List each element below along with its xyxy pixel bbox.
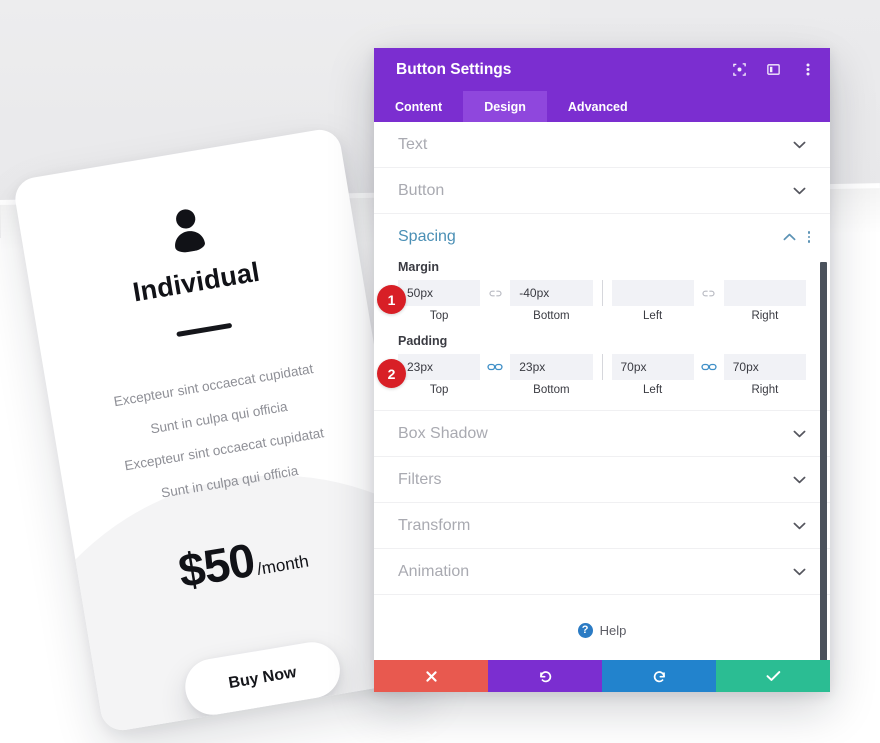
- section-text[interactable]: Text: [374, 122, 830, 168]
- padding-label: Padding: [398, 334, 448, 348]
- link-unlinked-icon[interactable]: [480, 289, 510, 298]
- chevron-down-icon[interactable]: [793, 428, 806, 440]
- padding-bottom-input[interactable]: [510, 354, 593, 380]
- help-area: ? Help: [374, 595, 830, 660]
- chevron-up-icon[interactable]: [783, 231, 796, 243]
- pricing-card-price: $50 /month: [175, 523, 312, 599]
- section-spacing-header[interactable]: Spacing: [374, 214, 830, 260]
- section-transform-label: Transform: [398, 516, 471, 534]
- section-button[interactable]: Button: [374, 168, 830, 214]
- link-linked-icon[interactable]: [480, 362, 510, 372]
- chevron-down-icon[interactable]: [793, 520, 806, 532]
- section-transform[interactable]: Transform: [374, 503, 830, 549]
- padding-top-input[interactable]: [398, 354, 481, 380]
- annotation-badge-2: 2: [377, 359, 406, 388]
- section-button-label: Button: [398, 181, 445, 199]
- tab-content[interactable]: Content: [374, 91, 463, 122]
- margin-top-caption: Top: [429, 310, 449, 322]
- margin-top-input[interactable]: [398, 280, 481, 306]
- margin-label: Margin: [398, 260, 439, 274]
- link-unlinked-icon[interactable]: [694, 289, 724, 298]
- tab-advanced[interactable]: Advanced: [547, 91, 649, 122]
- section-animation-label: Animation: [398, 562, 470, 580]
- field-divider: [601, 354, 603, 380]
- padding-left-input[interactable]: [611, 354, 694, 380]
- button-settings-modal: Button Settings Content Design Advanced …: [374, 48, 830, 692]
- section-spacing-menu-icon[interactable]: [807, 231, 810, 243]
- question-mark-icon[interactable]: ?: [577, 622, 593, 638]
- vertical-scrollbar[interactable]: [820, 262, 827, 660]
- section-animation[interactable]: Animation: [374, 549, 830, 595]
- chevron-down-icon[interactable]: [793, 474, 806, 486]
- chevron-down-icon[interactable]: [793, 139, 806, 151]
- person-icon: [175, 209, 205, 253]
- margin-left-caption: Left: [643, 310, 663, 322]
- padding-captions: Top Bottom Left Right: [398, 384, 806, 396]
- margin-right-caption: Right: [751, 310, 779, 322]
- padding-left-caption: Left: [643, 384, 663, 396]
- tab-design[interactable]: Design: [463, 91, 547, 122]
- page-title: Button Settings: [396, 60, 512, 78]
- cancel-button[interactable]: [374, 660, 488, 692]
- layout-panel-icon[interactable]: [765, 61, 782, 78]
- modal-footer: [374, 660, 830, 692]
- save-button[interactable]: [716, 660, 830, 692]
- margin-right-input[interactable]: [723, 280, 806, 306]
- section-filters[interactable]: Filters: [374, 457, 830, 503]
- redo-button[interactable]: [602, 660, 716, 692]
- more-vertical-icon[interactable]: [799, 61, 816, 78]
- modal-header: Button Settings: [374, 48, 830, 91]
- pricing-card-features: Excepteur sint occaecat cupidatat Sunt i…: [111, 354, 331, 515]
- padding-right-input[interactable]: [723, 354, 806, 380]
- help-link[interactable]: Help: [600, 623, 627, 638]
- section-filters-label: Filters: [398, 470, 442, 488]
- pricing-card-title: Individual: [130, 257, 262, 308]
- price-amount: $50: [174, 532, 258, 598]
- margin-captions: Top Bottom Left Right: [398, 310, 806, 322]
- margin-bottom-input[interactable]: [510, 280, 593, 306]
- padding-top-caption: Top: [429, 384, 449, 396]
- section-spacing-label: Spacing: [398, 228, 456, 245]
- pricing-card-divider: [176, 323, 233, 338]
- padding-bottom-caption: Bottom: [533, 384, 570, 396]
- modal-body: Text Button Spacing Margin 1 50px -40px …: [374, 122, 830, 660]
- padding-group: Padding 2 23px 23px 70px 70px Top Bottom…: [374, 334, 830, 396]
- section-spacing: Spacing Margin 1 50px -40px Top Bottom L…: [374, 214, 830, 411]
- section-box-shadow[interactable]: Box Shadow: [374, 411, 830, 457]
- undo-button[interactable]: [488, 660, 602, 692]
- modal-tabs: Content Design Advanced: [374, 91, 830, 122]
- focus-target-icon[interactable]: [731, 61, 748, 78]
- margin-left-input[interactable]: [611, 280, 694, 306]
- margin-group: Margin 1 50px -40px Top Bottom Left Righ…: [374, 260, 830, 322]
- price-period: /month: [255, 551, 311, 579]
- annotation-badge-1: 1: [377, 285, 406, 314]
- chevron-down-icon[interactable]: [793, 185, 806, 197]
- padding-right-caption: Right: [751, 384, 779, 396]
- margin-bottom-caption: Bottom: [533, 310, 570, 322]
- chevron-down-icon[interactable]: [793, 566, 806, 578]
- field-divider: [601, 280, 603, 306]
- section-text-label: Text: [398, 135, 428, 153]
- link-linked-icon[interactable]: [694, 362, 724, 372]
- section-box-shadow-label: Box Shadow: [398, 424, 488, 442]
